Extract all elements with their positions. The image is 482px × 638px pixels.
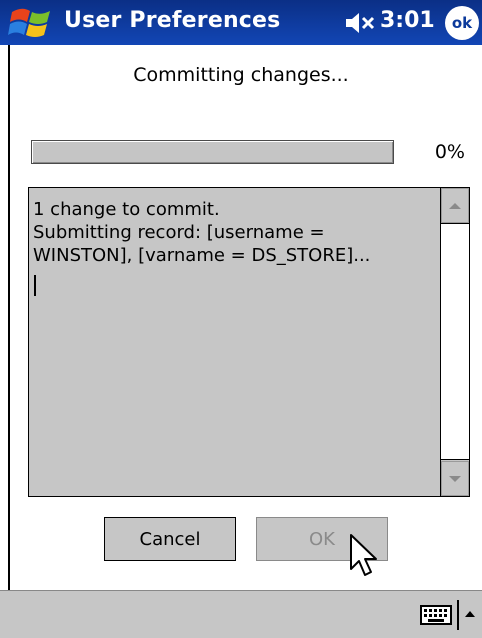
cancel-button[interactable]: Cancel — [104, 517, 236, 561]
text-caret — [34, 275, 36, 296]
log-line: 1 change to commit. — [33, 199, 220, 220]
scroll-up-button[interactable] — [441, 188, 469, 223]
scroll-down-button[interactable] — [441, 461, 469, 496]
log-textarea[interactable]: 1 change to commit. Submitting record: [… — [28, 187, 470, 497]
windows-flag-icon[interactable] — [8, 4, 58, 42]
clock[interactable]: 3:01 — [380, 8, 435, 33]
keyboard-icon[interactable] — [420, 605, 452, 625]
progress-percent: 0% — [434, 141, 465, 163]
log-text: 1 change to commit. Submitting record: [… — [33, 198, 433, 267]
speaker-muted-icon[interactable] — [345, 12, 377, 34]
arrow-up-icon — [449, 202, 461, 209]
separator — [457, 600, 459, 630]
scroll-track[interactable] — [441, 223, 469, 460]
arrow-up-icon[interactable] — [463, 607, 477, 621]
status-text: Committing changes... — [133, 64, 349, 86]
vertical-scrollbar[interactable] — [440, 188, 469, 496]
progress-bar — [31, 140, 394, 164]
log-line: WINSTON], [varname = DS_STORE]... — [33, 245, 371, 266]
arrow-down-icon — [449, 475, 461, 482]
title-bar: User Preferences 3:01 ok — [0, 0, 482, 45]
window-title: User Preferences — [64, 8, 281, 33]
mouse-pointer-icon — [350, 534, 377, 576]
log-line: Submitting record: [username = — [33, 222, 325, 243]
ok-title-button[interactable]: ok — [445, 6, 479, 40]
bottom-bar — [0, 590, 482, 638]
left-border — [8, 45, 10, 590]
